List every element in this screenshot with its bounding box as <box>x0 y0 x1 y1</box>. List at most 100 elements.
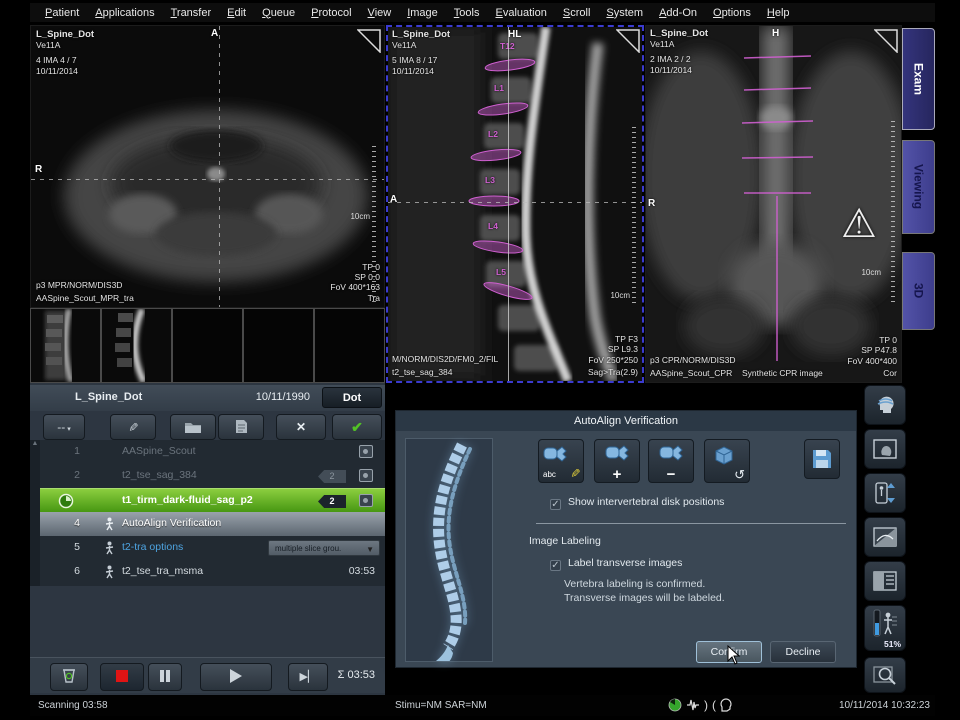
total-scan-time: Σ 03:53 <box>338 669 375 681</box>
clip-corner-icon[interactable] <box>874 29 898 53</box>
delete-queue-button[interactable] <box>50 663 88 691</box>
orientation-marker-a: A <box>211 28 218 39</box>
label-transverse-row: ✓Label transverse images <box>550 557 682 571</box>
fov-value: FoV 400*163 <box>330 282 380 293</box>
sar-monitor-button[interactable]: 51% <box>864 605 906 651</box>
remove-vertebra-tool[interactable]: − <box>648 439 694 483</box>
sp-value: SP L9.3 <box>608 344 638 355</box>
reset-orientation-tool[interactable]: ↺ <box>704 439 750 483</box>
menu-queue[interactable]: Queue <box>255 6 302 20</box>
scale-ruler <box>632 127 636 307</box>
slice-group-dropdown[interactable]: multiple slice grou.▼ <box>268 540 380 556</box>
viewport-coronal[interactable]: L_Spine_Dot Ve11A 2 IMA 2 / 2 10/11/2014… <box>645 25 902 383</box>
queue-row-3-running[interactable]: t1_tirm_dark-fluid_sag_p2 2 <box>40 488 385 512</box>
orientation-marker-r: R <box>648 198 655 209</box>
plane-value: Sag>Tra(2.9) <box>588 367 638 378</box>
queue-row-1[interactable]: 1 AASpine_Scout <box>40 440 385 464</box>
queue-scrollbar[interactable]: ▲ <box>30 440 40 586</box>
menu-evaluation[interactable]: Evaluation <box>488 6 553 20</box>
show-disk-positions-checkbox[interactable]: ✓ <box>550 499 561 510</box>
stimulation-status: Stimu=NM SAR=NM <box>395 700 487 711</box>
image-head-icon <box>873 439 897 459</box>
step-name: t1_tirm_dark-fluid_sag_p2 <box>122 494 253 506</box>
menu-scroll[interactable]: Scroll <box>556 6 598 20</box>
skip-button[interactable]: ▶▏ <box>288 663 328 691</box>
menu-transfer[interactable]: Transfer <box>164 6 219 20</box>
menu-image[interactable]: Image <box>400 6 445 20</box>
show-disk-positions-row: ✓Show intervertebral disk positions <box>550 496 724 510</box>
menu-edit[interactable]: Edit <box>220 6 253 20</box>
save-tool[interactable] <box>804 439 840 479</box>
pen-icon: ✎ <box>121 422 145 432</box>
dialog-title: AutoAlign Verification <box>396 411 856 431</box>
pause-button[interactable] <box>148 663 182 691</box>
tab-viewing[interactable]: Viewing <box>902 140 935 234</box>
processing-text: p3 CPR/NORM/DIS3D <box>650 355 736 366</box>
thumbnail-2[interactable] <box>101 308 172 383</box>
status-icons: ) ( <box>668 697 732 713</box>
disk-usage-pie-icon <box>668 698 682 712</box>
tab-exam[interactable]: Exam <box>902 28 935 130</box>
thumbnail-1[interactable] <box>30 308 101 383</box>
image-search-button[interactable] <box>864 657 906 693</box>
queue-row-6[interactable]: 6 t2_tse_tra_msma 03:53 <box>40 560 385 584</box>
image-display-button[interactable] <box>864 429 906 469</box>
cancel-step-button[interactable]: ✕ <box>276 414 326 440</box>
dot-engine-button[interactable]: Dot <box>322 387 382 408</box>
viewport-sagittal[interactable]: T12 L1 L2 L3 L4 L5 L_Spine_Dot Ve11A 5 I… <box>386 25 644 383</box>
decline-button[interactable]: Decline <box>770 641 836 663</box>
menu-system[interactable]: System <box>599 6 650 20</box>
add-vertebra-tool[interactable]: + <box>594 439 640 483</box>
mri-axial-image <box>31 26 385 308</box>
apply-step-button[interactable]: ✔ <box>332 414 382 440</box>
viewport-axial[interactable]: L_Spine_Dot Ve11A 4 IMA 4 / 7 10/11/2014… <box>30 25 385 308</box>
program-card-button[interactable] <box>218 414 264 440</box>
windowing-button[interactable] <box>864 517 906 557</box>
thumbnail-image <box>31 309 100 382</box>
clip-corner-icon[interactable] <box>616 29 640 53</box>
scan-status: Scanning 03:58 <box>38 700 108 711</box>
menu-patient[interactable]: Patient <box>38 6 86 20</box>
menu-options[interactable]: Options <box>706 6 758 20</box>
queue-row-4-selected[interactable]: 4 AutoAlign Verification <box>40 512 385 536</box>
thumbnail-4-empty[interactable] <box>243 308 314 383</box>
patient-orientation-button[interactable] <box>864 385 906 425</box>
menu-tools[interactable]: Tools <box>447 6 487 20</box>
open-protocol-button[interactable] <box>170 414 216 440</box>
ima-counter: 5 IMA 8 / 17 <box>392 55 437 66</box>
scale-label: 10cm <box>350 212 370 221</box>
play-button[interactable] <box>200 663 272 691</box>
contrast-injection-button[interactable]: ✎ <box>110 414 156 440</box>
vertebra-icon <box>543 444 569 464</box>
fov-value: FoV 400*400 <box>847 356 897 367</box>
label-transverse-checkbox[interactable]: ✓ <box>550 560 561 571</box>
sw-version: Ve11A <box>650 39 674 50</box>
orientation-marker-a: A <box>390 194 397 205</box>
tab-3d[interactable]: 3D <box>902 252 935 330</box>
thumbnail-5-empty[interactable] <box>314 308 385 383</box>
menu-help[interactable]: Help <box>760 6 797 20</box>
processing-text: M/NORM/DIS2D/FM0_2/FIL <box>392 354 498 365</box>
sar-meter-icon <box>872 609 898 639</box>
thumbnail-3-empty[interactable] <box>172 308 243 383</box>
clip-corner-icon[interactable] <box>357 29 381 53</box>
queue-row-2[interactable]: 2 t2_tse_sag_384 2 <box>40 464 385 488</box>
browse-protocols-button[interactable]: -- ▾ <box>43 414 85 440</box>
crosshair-horizontal <box>388 202 642 203</box>
vertebra-label: L1 <box>494 83 504 93</box>
vertebra-label: L2 <box>488 129 498 139</box>
menu-protocol[interactable]: Protocol <box>304 6 358 20</box>
series-done-icon <box>359 445 373 458</box>
table-position-button[interactable] <box>864 473 906 513</box>
layout-button[interactable] <box>864 561 906 601</box>
minus-icon: − <box>649 467 693 482</box>
label-vertebra-tool[interactable]: abc ✎ <box>538 439 584 483</box>
menu-addon[interactable]: Add-On <box>652 6 704 20</box>
exam-task-panel: L_Spine_Dot 10/11/1990 Dot -- ▾ ✎ ✕ ✔ ▲ <box>30 383 385 695</box>
stop-button[interactable] <box>100 663 144 691</box>
menu-view[interactable]: View <box>361 6 399 20</box>
queue-row-5[interactable]: 5 t2-tra options multiple slice grou.▼ <box>40 536 385 560</box>
menu-applications[interactable]: Applications <box>88 6 161 20</box>
cube-icon <box>713 444 735 468</box>
thumbnail-strip <box>30 308 385 383</box>
